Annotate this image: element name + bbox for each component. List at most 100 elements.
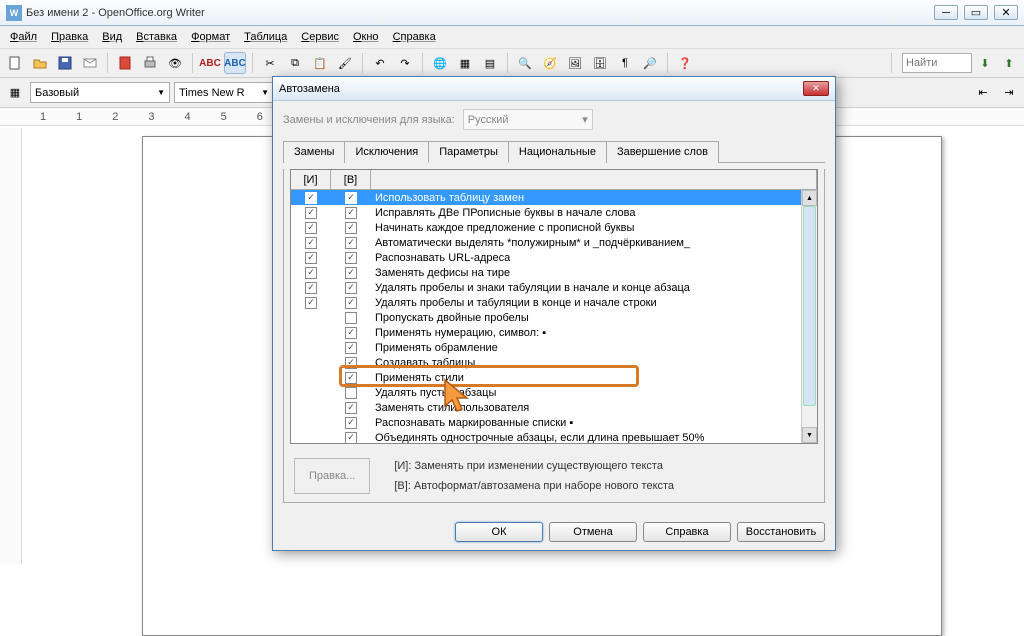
checkbox-v[interactable]: ✓ bbox=[345, 342, 357, 354]
table-icon[interactable]: ▦ bbox=[454, 52, 476, 74]
checkbox-v[interactable]: ✓ bbox=[345, 297, 357, 309]
checkbox-i[interactable]: ✓ bbox=[305, 222, 317, 234]
lang-combo[interactable]: Русский▾ bbox=[463, 109, 593, 130]
option-row[interactable]: ✓✓Удалять пробелы и знаки табуляции в на… bbox=[291, 280, 801, 295]
menu-edit[interactable]: Правка bbox=[45, 29, 94, 45]
styles-icon[interactable]: ▦ bbox=[4, 82, 26, 104]
scroll-thumb[interactable] bbox=[803, 206, 816, 406]
checkbox-i[interactable]: ✓ bbox=[305, 207, 317, 219]
font-combo[interactable]: Times New R▼ bbox=[174, 82, 274, 103]
maximize-button[interactable]: ▭ bbox=[964, 5, 988, 20]
menu-help[interactable]: Справка bbox=[387, 29, 442, 45]
option-row[interactable]: ✓Применять обрамление bbox=[291, 340, 801, 355]
checkbox-v[interactable]: ✓ bbox=[345, 357, 357, 369]
brush-icon[interactable]: 🖌 bbox=[334, 52, 356, 74]
print-icon[interactable] bbox=[139, 52, 161, 74]
preview-icon[interactable]: 👁 bbox=[164, 52, 186, 74]
option-row[interactable]: ✓✓Автоматически выделять *полужирным* и … bbox=[291, 235, 801, 250]
redo-icon[interactable]: ↷ bbox=[394, 52, 416, 74]
paste-icon[interactable]: 📋 bbox=[309, 52, 331, 74]
menu-insert[interactable]: Вставка bbox=[130, 29, 183, 45]
menu-view[interactable]: Вид bbox=[96, 29, 128, 45]
checkbox-i[interactable]: ✓ bbox=[305, 267, 317, 279]
indent-dec-icon[interactable]: ⇤ bbox=[972, 82, 994, 104]
checkbox-v[interactable]: ✓ bbox=[345, 417, 357, 429]
spellcheck-icon[interactable]: ABC bbox=[199, 52, 221, 74]
checkbox-v[interactable] bbox=[345, 312, 357, 324]
scroll-up-icon[interactable]: ▲ bbox=[802, 190, 817, 206]
checkbox-i[interactable]: ✓ bbox=[305, 237, 317, 249]
option-row[interactable]: ✓✓Удалять пробелы и табуляции в конце и … bbox=[291, 295, 801, 310]
cancel-button[interactable]: Отмена bbox=[549, 522, 637, 542]
tab-localized[interactable]: Национальные bbox=[508, 141, 607, 163]
indent-inc-icon[interactable]: ⇥ bbox=[998, 82, 1020, 104]
checkbox-v[interactable]: ✓ bbox=[345, 327, 357, 339]
checkbox-v[interactable]: ✓ bbox=[345, 192, 357, 204]
menu-table[interactable]: Таблица bbox=[238, 29, 293, 45]
checkbox-v[interactable]: ✓ bbox=[345, 282, 357, 294]
datasource-icon[interactable]: 🗄 bbox=[589, 52, 611, 74]
option-row[interactable]: ✓Распознавать маркированные списки ▪ bbox=[291, 415, 801, 430]
save-icon[interactable] bbox=[54, 52, 76, 74]
find-input[interactable] bbox=[902, 53, 972, 73]
checkbox-i[interactable]: ✓ bbox=[305, 282, 317, 294]
style-combo[interactable]: Базовый▼ bbox=[30, 82, 170, 103]
option-row[interactable]: ✓Применять стили bbox=[291, 370, 801, 385]
scroll-down-icon[interactable]: ▼ bbox=[802, 427, 817, 443]
option-row[interactable]: ✓✓Использовать таблицу замен bbox=[291, 190, 801, 205]
new-doc-icon[interactable] bbox=[4, 52, 26, 74]
tab-options[interactable]: Параметры bbox=[428, 141, 509, 163]
option-row[interactable]: Пропускать двойные пробелы bbox=[291, 310, 801, 325]
checkbox-v[interactable]: ✓ bbox=[345, 237, 357, 249]
find-next-icon[interactable]: ⬇ bbox=[974, 52, 996, 74]
scrollbar[interactable]: ▲ ▼ bbox=[801, 190, 817, 443]
tab-wordcompletion[interactable]: Завершение слов bbox=[606, 141, 719, 163]
option-row[interactable]: ✓Создавать таблицы bbox=[291, 355, 801, 370]
options-list[interactable]: [И] [В] ✓✓Использовать таблицу замен✓✓Ис… bbox=[290, 169, 818, 444]
option-row[interactable]: ✓Объединять однострочные абзацы, если дл… bbox=[291, 430, 801, 443]
option-row[interactable]: ✓✓Заменять дефисы на тире bbox=[291, 265, 801, 280]
menu-file[interactable]: Файл bbox=[4, 29, 43, 45]
link-icon[interactable]: 🌐 bbox=[429, 52, 451, 74]
zoom-icon[interactable]: 🔎 bbox=[639, 52, 661, 74]
find-icon[interactable]: 🔍 bbox=[514, 52, 536, 74]
checkbox-v[interactable]: ✓ bbox=[345, 222, 357, 234]
option-row[interactable]: ✓Заменять стили пользователя bbox=[291, 400, 801, 415]
option-row[interactable]: ✓✓Исправлять ДВе ПРописные буквы в начал… bbox=[291, 205, 801, 220]
mail-icon[interactable] bbox=[79, 52, 101, 74]
navigator-icon[interactable]: 🧭 bbox=[539, 52, 561, 74]
copy-icon[interactable]: ⧉ bbox=[284, 52, 306, 74]
checkbox-v[interactable]: ✓ bbox=[345, 402, 357, 414]
pdf-icon[interactable] bbox=[114, 52, 136, 74]
checkbox-v[interactable]: ✓ bbox=[345, 432, 357, 444]
option-row[interactable]: ✓✓Начинать каждое предложение с прописно… bbox=[291, 220, 801, 235]
undo-icon[interactable]: ↶ bbox=[369, 52, 391, 74]
checkbox-i[interactable]: ✓ bbox=[305, 252, 317, 264]
menu-window[interactable]: Окно bbox=[347, 29, 385, 45]
help-button[interactable]: Справка bbox=[643, 522, 731, 542]
find-prev-icon[interactable]: ⬆ bbox=[998, 52, 1020, 74]
inserttable-icon[interactable]: ▤ bbox=[479, 52, 501, 74]
open-icon[interactable] bbox=[29, 52, 51, 74]
minimize-button[interactable]: ─ bbox=[934, 5, 958, 20]
ok-button[interactable]: ОК bbox=[455, 522, 543, 542]
checkbox-i[interactable]: ✓ bbox=[305, 297, 317, 309]
close-window-button[interactable]: ✕ bbox=[994, 5, 1018, 20]
tab-replace[interactable]: Замены bbox=[283, 141, 345, 163]
close-icon[interactable]: ✕ bbox=[803, 81, 829, 96]
option-row[interactable]: Удалять пустые абзацы bbox=[291, 385, 801, 400]
checkbox-v[interactable]: ✓ bbox=[345, 372, 357, 384]
cut-icon[interactable]: ✂ bbox=[259, 52, 281, 74]
tab-exceptions[interactable]: Исключения bbox=[344, 141, 429, 163]
checkbox-i[interactable]: ✓ bbox=[305, 192, 317, 204]
checkbox-v[interactable] bbox=[345, 387, 357, 399]
option-row[interactable]: ✓✓Распознавать URL-адреса bbox=[291, 250, 801, 265]
checkbox-v[interactable]: ✓ bbox=[345, 207, 357, 219]
checkbox-v[interactable]: ✓ bbox=[345, 267, 357, 279]
checkbox-v[interactable]: ✓ bbox=[345, 252, 357, 264]
menu-format[interactable]: Формат bbox=[185, 29, 236, 45]
autospell-icon[interactable]: ABC bbox=[224, 52, 246, 74]
option-row[interactable]: ✓Применять нумерацию, символ: ▪ bbox=[291, 325, 801, 340]
help-icon[interactable]: ❓ bbox=[674, 52, 696, 74]
gallery-icon[interactable]: 🖼 bbox=[564, 52, 586, 74]
